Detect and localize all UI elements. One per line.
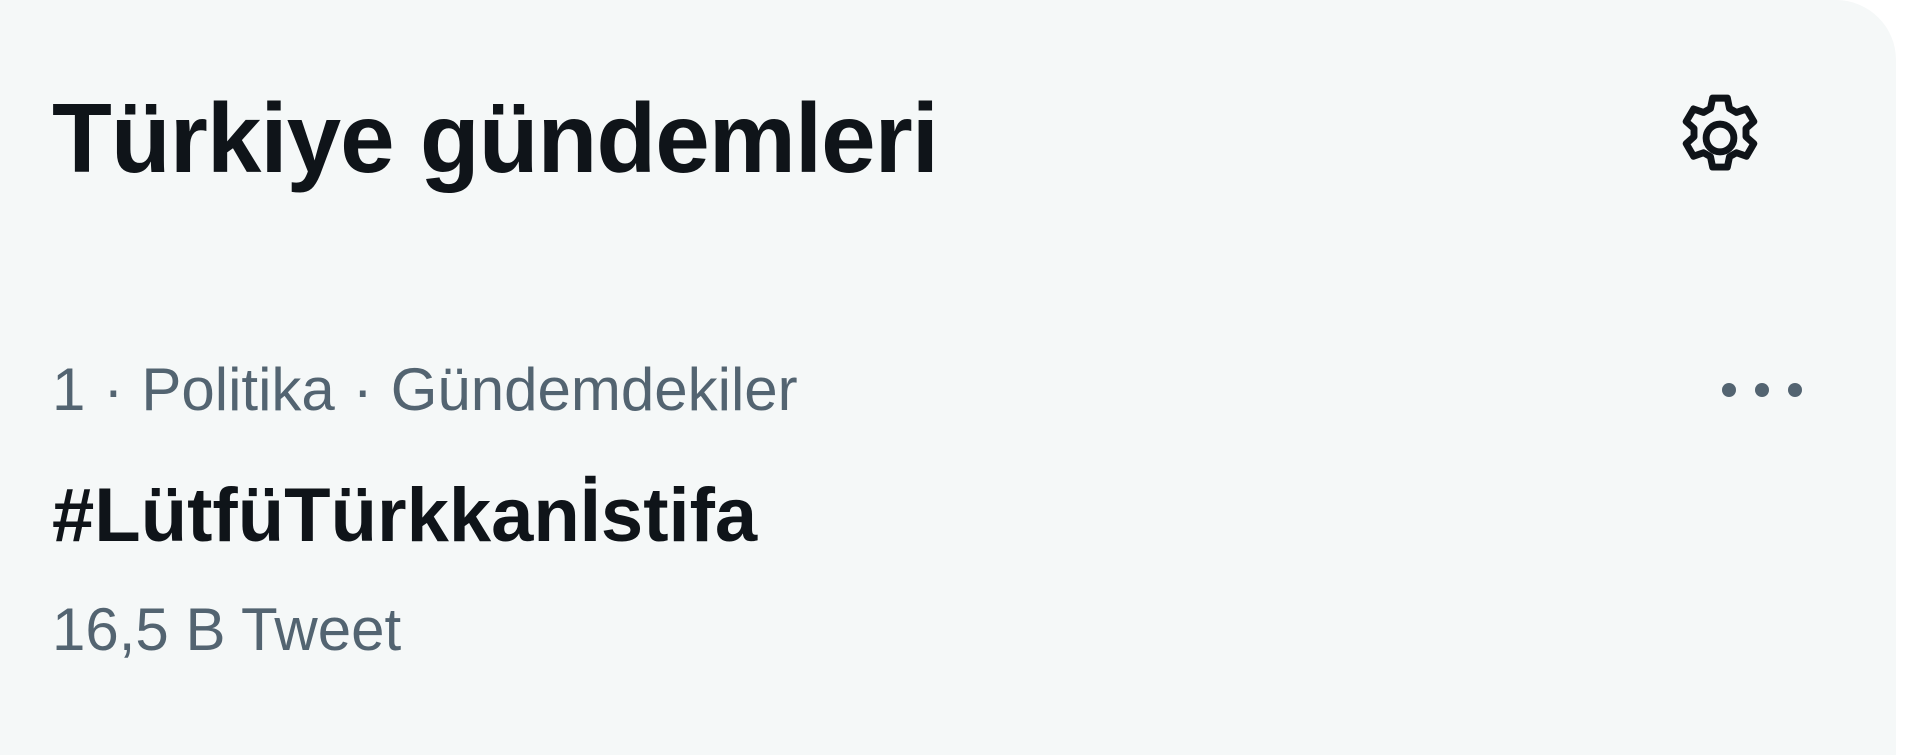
meta-separator: · <box>352 356 373 423</box>
trend-rank: 1 <box>52 356 86 423</box>
settings-button[interactable] <box>1650 78 1790 198</box>
trend-hashtag[interactable]: #LütfüTürkkanİstifa <box>52 468 757 564</box>
trends-card: Türkiye gündemleri 1 · Politika · Gündemdeki… <box>0 0 1896 755</box>
trend-tweet-count: 16,5 B Tweet <box>52 596 402 663</box>
more-horizontal-icon <box>1722 383 1802 397</box>
trend-item[interactable]: 1 · Politika · Gündemdekiler #LütfüTürkkanİs… <box>52 350 1842 680</box>
trend-category: Politika <box>141 356 335 423</box>
trend-context: Gündemdekiler <box>390 356 798 423</box>
trend-meta: 1 · Politika · Gündemdekiler <box>52 350 798 430</box>
trends-title: Türkiye gündemleri <box>52 83 939 193</box>
trend-more-button[interactable] <box>1692 350 1832 430</box>
meta-separator: · <box>103 356 124 423</box>
gear-icon <box>1682 94 1758 171</box>
trends-header: Türkiye gündemleri <box>52 78 1896 198</box>
